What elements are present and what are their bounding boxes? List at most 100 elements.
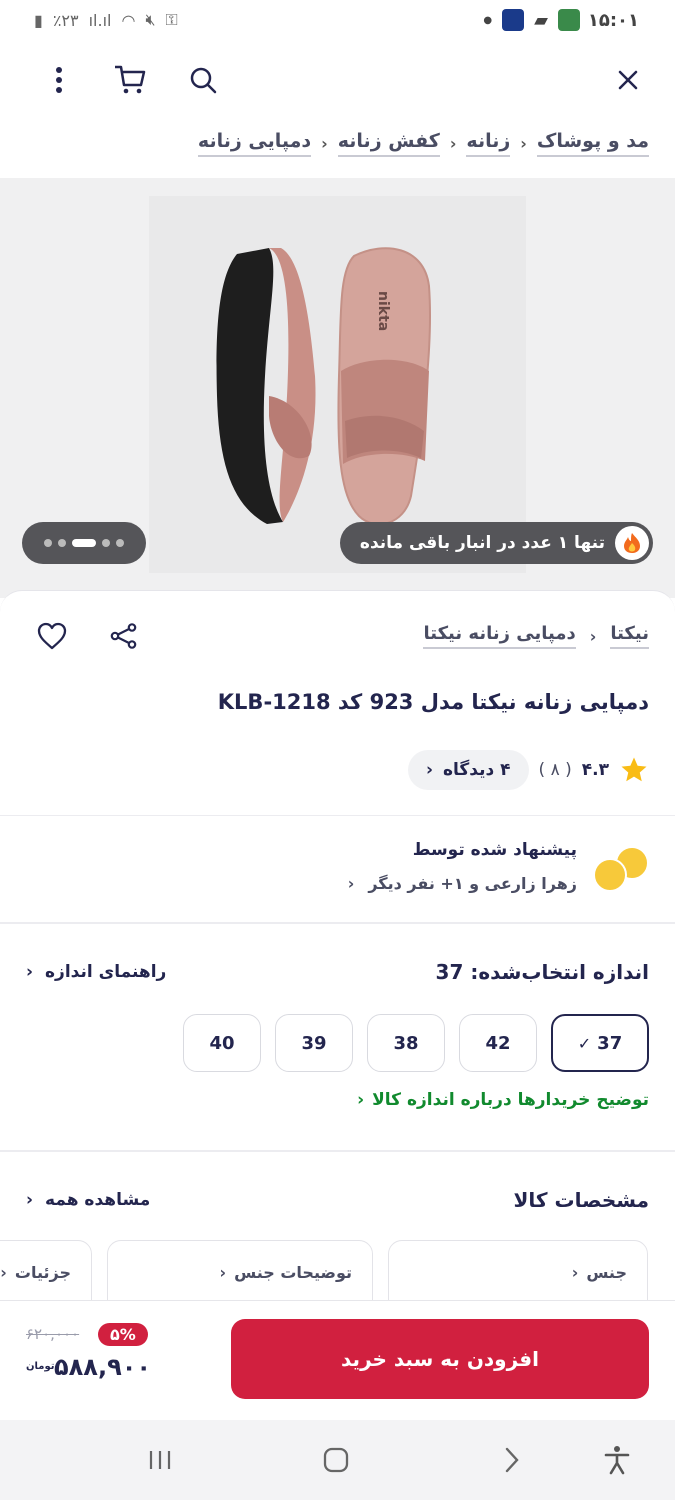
specs-title: مشخصات کالا bbox=[513, 1188, 649, 1212]
key-icon: ⚿ bbox=[165, 10, 178, 29]
chevron-left-icon: ‹ bbox=[26, 1190, 34, 1210]
size-option[interactable]: 38 bbox=[367, 1014, 445, 1072]
spec-card-details[interactable]: جزئیات ‹ bbox=[0, 1240, 92, 1300]
old-price: ۶۲۰,۰۰۰ bbox=[26, 1325, 80, 1343]
qr-icon bbox=[558, 9, 580, 31]
spec-card-label: توضیحات جنس bbox=[234, 1263, 352, 1282]
size-label: 37 bbox=[597, 1032, 623, 1054]
product-gallery[interactable]: nikta تنها ۱ عدد در انبار باقی مانده bbox=[0, 178, 675, 598]
battery-icon: ▮ bbox=[34, 10, 43, 30]
currency-label: تومان bbox=[26, 1361, 55, 1372]
status-bar: ▮ ٪۲۳ ıl.ıl ◠ 🔇︎ ⚿ ● ▰ ۱۵:۰۱ bbox=[0, 0, 675, 44]
chevron-left-icon: ‹ bbox=[571, 1263, 579, 1282]
buy-bar: افزودن به سبد خرید ۵% ۶۲۰,۰۰۰ تومان ۵۸۸,… bbox=[0, 1300, 675, 1420]
pagination-dot[interactable] bbox=[102, 539, 110, 547]
size-label: 38 bbox=[393, 1032, 419, 1054]
recommended-title: پیشنهاد شده توسط bbox=[412, 840, 577, 860]
wishlist-button[interactable] bbox=[30, 614, 74, 658]
home-button[interactable] bbox=[314, 1438, 358, 1482]
chevron-left-icon: ‹ bbox=[347, 874, 355, 893]
pagination-dot-active[interactable] bbox=[72, 539, 96, 547]
chevron-left-icon: ‹ bbox=[26, 962, 34, 982]
wifi-icon: ◠ bbox=[121, 10, 136, 30]
chevron-left-icon: ‹ bbox=[321, 134, 328, 153]
divider bbox=[0, 922, 675, 924]
accessibility-button[interactable] bbox=[595, 1438, 639, 1482]
chevron-left-icon: ‹ bbox=[0, 1263, 7, 1282]
mute-icon: 🔇︎ bbox=[145, 10, 156, 29]
close-button[interactable] bbox=[606, 58, 650, 102]
heart-icon bbox=[37, 622, 67, 650]
size-option[interactable]: 40 bbox=[183, 1014, 261, 1072]
size-label: 42 bbox=[485, 1032, 511, 1054]
clock: ۱۵:۰۱ bbox=[587, 10, 639, 31]
search-icon bbox=[190, 67, 217, 94]
cart-icon bbox=[115, 65, 146, 94]
selected-size-title: اندازه انتخاب‌شده: 37 bbox=[435, 960, 649, 984]
spec-card-material[interactable]: جنس ‹ bbox=[388, 1240, 648, 1300]
size-option[interactable]: 42 bbox=[459, 1014, 537, 1072]
see-all-label: مشاهده همه bbox=[45, 1190, 151, 1210]
recent-apps-icon bbox=[149, 1451, 171, 1469]
rating-count: ( ۸ ) bbox=[538, 760, 572, 780]
add-to-cart-button[interactable]: افزودن به سبد خرید bbox=[231, 1319, 649, 1399]
more-vertical-icon bbox=[56, 67, 62, 93]
spec-card-label: جنس bbox=[586, 1263, 627, 1282]
product-image[interactable]: nikta bbox=[149, 196, 526, 573]
more-options-button[interactable] bbox=[37, 58, 81, 102]
star-icon bbox=[621, 757, 647, 782]
breadcrumb-item[interactable]: کفش زنانه bbox=[337, 130, 440, 157]
system-nav-bar bbox=[0, 1420, 675, 1500]
breadcrumb-item[interactable]: زنانه bbox=[466, 130, 511, 157]
spec-card-label: جزئیات bbox=[14, 1263, 71, 1282]
dot-icon: ● bbox=[483, 14, 493, 26]
recommended-by[interactable]: پیشنهاد شده توسط زهرا زارعی و ۱+ نفر دیگ… bbox=[29, 838, 649, 898]
status-right-icons: ● ▰ bbox=[483, 9, 580, 31]
chevron-left-icon: ‹ bbox=[219, 1263, 227, 1282]
battery-level: ٪۲۳ bbox=[52, 10, 79, 30]
signal-icon: ıl.ıl bbox=[88, 10, 112, 30]
recent-apps-button[interactable] bbox=[138, 1438, 182, 1482]
product-title: دمپایی زنانه نیکتا مدل 923 کد KLB-1218 bbox=[217, 690, 649, 714]
home-icon bbox=[323, 1447, 349, 1473]
recommended-users[interactable]: زهرا زارعی و ۱+ نفر دیگر ‹ bbox=[348, 874, 577, 893]
close-icon bbox=[618, 70, 638, 90]
cart-button[interactable] bbox=[108, 58, 152, 102]
sandal-image: nikta bbox=[216, 247, 431, 526]
pagination-dot[interactable] bbox=[58, 539, 66, 547]
svg-text:nikta: nikta bbox=[375, 291, 391, 331]
size-option-selected[interactable]: 37 ✓ bbox=[551, 1014, 649, 1072]
size-guide-label: راهنمای اندازه bbox=[45, 962, 167, 982]
brand-link[interactable]: نیکتا bbox=[610, 623, 649, 649]
size-feedback-label: توضیح خریدارها درباره اندازه کالا bbox=[372, 1090, 649, 1110]
price: تومان ۵۸۸,۹۰۰ bbox=[26, 1353, 151, 1381]
rating-value: ۴.۳ bbox=[581, 760, 609, 780]
search-button[interactable] bbox=[181, 58, 225, 102]
spec-card-material-description[interactable]: توضیحات جنس ‹ bbox=[107, 1240, 373, 1300]
size-label: 39 bbox=[301, 1032, 327, 1054]
pagination-dot[interactable] bbox=[116, 539, 124, 547]
breadcrumb-item[interactable]: دمپایی زنانه bbox=[197, 130, 312, 157]
size-option[interactable]: 39 bbox=[275, 1014, 353, 1072]
accessibility-icon bbox=[604, 1446, 630, 1475]
reviews-label: ۴ دیدگاه bbox=[443, 760, 511, 780]
brand-breadcrumb: نیکتا ‹ دمپایی زنانه نیکتا bbox=[423, 623, 649, 649]
size-label: 40 bbox=[209, 1032, 235, 1054]
reviews-button[interactable]: ۴ دیدگاه ‹ bbox=[407, 750, 529, 790]
stock-text: تنها ۱ عدد در انبار باقی مانده bbox=[359, 533, 605, 553]
stock-badge: تنها ۱ عدد در انبار باقی مانده bbox=[339, 522, 653, 564]
check-icon: ✓ bbox=[577, 1033, 592, 1053]
discount-badge: ۵% bbox=[98, 1323, 148, 1346]
gallery-pagination[interactable] bbox=[22, 522, 146, 564]
category-link[interactable]: دمپایی زنانه نیکتا bbox=[423, 623, 576, 649]
share-button[interactable] bbox=[102, 614, 146, 658]
pagination-dot[interactable] bbox=[44, 539, 52, 547]
breadcrumb: مد و پوشاک ‹ زنانه ‹ کفش زنانه ‹ دمپایی … bbox=[190, 130, 649, 157]
breadcrumb-item[interactable]: مد و پوشاک bbox=[536, 130, 649, 157]
see-all-specs-link[interactable]: مشاهده همه ‹ bbox=[26, 1190, 150, 1210]
back-button[interactable] bbox=[490, 1438, 534, 1482]
spec-cards: جنس ‹ توضیحات جنس ‹ جزئیات ‹ bbox=[0, 1240, 675, 1300]
size-feedback-link[interactable]: توضیح خریدارها درباره اندازه کالا ‹ bbox=[357, 1090, 649, 1110]
recommended-by-text: زهرا زارعی و ۱+ نفر دیگر bbox=[368, 874, 577, 893]
size-guide-link[interactable]: راهنمای اندازه ‹ bbox=[26, 962, 166, 982]
